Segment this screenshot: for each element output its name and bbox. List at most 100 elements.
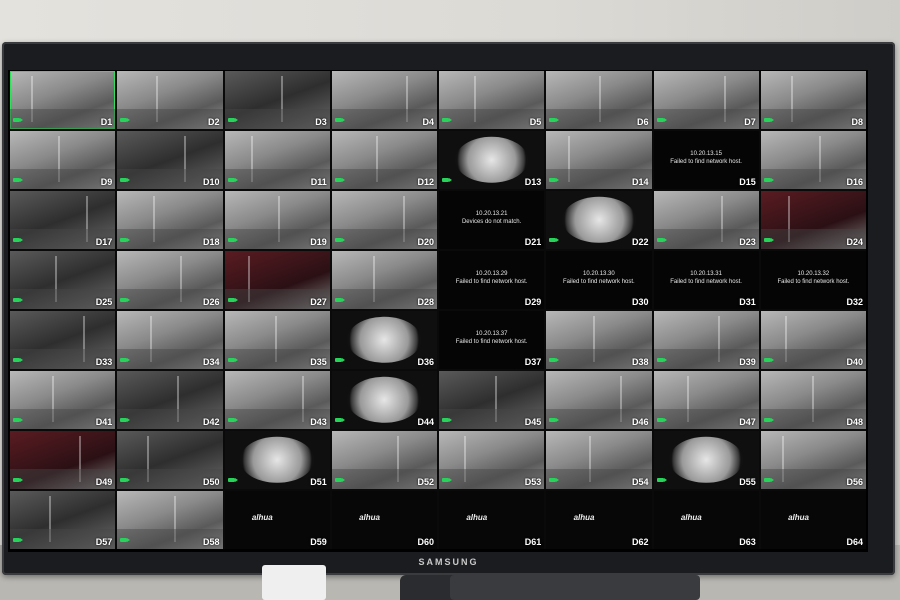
record-camera-icon <box>549 178 560 182</box>
camera-tile[interactable]: D51 <box>224 431 330 489</box>
camera-tile[interactable]: D57 <box>10 491 116 549</box>
record-camera-icon <box>656 358 667 362</box>
camera-tile[interactable]: D34 <box>117 311 223 369</box>
camera-tile[interactable]: 10.20.13.30 Failed to find network host. D… <box>546 251 652 309</box>
channel-label: D16 <box>846 177 863 187</box>
camera-tile[interactable]: D38 <box>546 311 652 369</box>
camera-tile[interactable]: D35 <box>224 311 330 369</box>
channel-label: D45 <box>524 417 542 427</box>
record-camera-icon <box>334 238 345 242</box>
camera-tile[interactable]: D6 <box>546 71 652 129</box>
camera-tile[interactable]: D23 <box>653 191 759 249</box>
camera-tile[interactable]: 10.20.13.29 Failed to find network host. D… <box>439 251 545 309</box>
record-camera-icon <box>334 358 345 362</box>
camera-tile[interactable]: D22 <box>546 191 652 249</box>
record-camera-icon <box>442 178 452 182</box>
camera-tile[interactable]: D49 <box>10 431 116 489</box>
channel-label: D13 <box>524 177 542 187</box>
camera-tile[interactable]: D8 <box>760 71 866 129</box>
camera-tile[interactable]: D13 <box>439 131 545 189</box>
camera-tile[interactable]: D9 <box>10 131 116 189</box>
camera-tile[interactable]: D36 <box>331 311 437 369</box>
channel-label: D19 <box>310 237 327 247</box>
camera-tile[interactable]: D4 <box>331 71 437 129</box>
camera-tile[interactable]: D19 <box>224 191 330 249</box>
camera-tile[interactable]: D43 <box>224 371 330 429</box>
camera-tile[interactable]: D24 <box>760 191 866 249</box>
record-camera-icon <box>763 238 774 242</box>
camera-tile[interactable]: D52 <box>331 431 437 489</box>
camera-tile[interactable]: D53 <box>439 431 545 489</box>
error-text: Devices do not match. <box>461 218 522 225</box>
error-text: Failed to find network host. <box>670 278 742 285</box>
camera-tile[interactable]: D27 <box>224 251 330 309</box>
channel-label: D25 <box>95 297 113 307</box>
record-camera-icon <box>13 538 23 542</box>
camera-tile[interactable]: D1 <box>10 71 116 129</box>
camera-tile[interactable]: D28 <box>331 251 437 309</box>
channel-label: D42 <box>202 417 220 427</box>
camera-tile[interactable]: D54 <box>546 431 652 489</box>
camera-tile[interactable]: D12 <box>331 131 437 189</box>
channel-label: D48 <box>846 417 863 427</box>
camera-tile[interactable]: D40 <box>760 311 866 369</box>
camera-tile[interactable]: 10.20.13.31 Failed to find network host. D… <box>653 251 759 309</box>
camera-tile[interactable]: D55 <box>653 431 759 489</box>
camera-tile[interactable]: alhua D64 <box>760 491 866 549</box>
camera-tile[interactable]: alhua D63 <box>653 491 759 549</box>
channel-label: D6 <box>636 117 649 127</box>
error-message: 10.20.13.31 Failed to find network host. <box>654 270 759 286</box>
record-camera-icon <box>763 178 774 182</box>
camera-tile[interactable]: D25 <box>10 251 116 309</box>
camera-tile[interactable]: D50 <box>117 431 223 489</box>
camera-tile[interactable]: D17 <box>10 191 116 249</box>
camera-tile[interactable]: D47 <box>653 371 759 429</box>
camera-tile[interactable]: D5 <box>439 71 545 129</box>
scene-floor <box>117 108 223 129</box>
camera-tile[interactable]: 10.20.13.15 Failed to find network host. D… <box>653 131 759 189</box>
camera-tile[interactable]: D16 <box>760 131 866 189</box>
dahua-logo: alhua <box>788 513 810 523</box>
channel-label: D40 <box>846 357 863 367</box>
error-ip: 10.20.13.32 <box>797 270 830 277</box>
record-camera-icon <box>13 178 23 182</box>
camera-tile[interactable]: D14 <box>546 131 652 189</box>
camera-tile[interactable]: D58 <box>117 491 223 549</box>
monitor: D1 D2 D3 D4 D5 D6 D7 D8 D9 D10 D11 D12 D13 D14 10.20.1… <box>2 42 895 575</box>
camera-tile[interactable]: 10.20.13.32 Failed to find network host. D… <box>760 251 866 309</box>
camera-tile[interactable]: D7 <box>653 71 759 129</box>
camera-tile[interactable]: 10.20.13.37 Failed to find network host. D… <box>439 311 545 369</box>
camera-tile[interactable]: D44 <box>331 371 437 429</box>
camera-tile[interactable]: D39 <box>653 311 759 369</box>
channel-label: D37 <box>524 357 542 367</box>
camera-tile[interactable]: alhua D62 <box>546 491 652 549</box>
camera-tile[interactable]: D2 <box>117 71 223 129</box>
record-camera-icon <box>227 358 238 362</box>
channel-label: D41 <box>95 417 113 427</box>
camera-tile[interactable]: D42 <box>117 371 223 429</box>
record-camera-icon <box>656 478 667 482</box>
camera-tile[interactable]: D46 <box>546 371 652 429</box>
camera-tile[interactable]: D20 <box>331 191 437 249</box>
camera-tile[interactable]: D3 <box>224 71 330 129</box>
camera-tile[interactable]: alhua D61 <box>439 491 545 549</box>
record-camera-icon <box>763 118 774 122</box>
scene-floor <box>224 108 330 129</box>
camera-tile[interactable]: alhua D60 <box>331 491 437 549</box>
record-camera-icon <box>442 418 452 422</box>
camera-tile[interactable]: D10 <box>117 131 223 189</box>
camera-tile[interactable]: D33 <box>10 311 116 369</box>
camera-tile[interactable]: D48 <box>760 371 866 429</box>
camera-tile[interactable]: D45 <box>439 371 545 429</box>
record-camera-icon <box>334 478 345 482</box>
camera-tile[interactable]: D26 <box>117 251 223 309</box>
camera-tile[interactable]: D18 <box>117 191 223 249</box>
camera-tile[interactable]: 10.20.13.21 Devices do not match. D21 <box>439 191 545 249</box>
camera-tile[interactable]: D56 <box>760 431 866 489</box>
channel-label: D59 <box>310 537 327 547</box>
camera-tile[interactable]: D41 <box>10 371 116 429</box>
camera-tile[interactable]: alhua D59 <box>224 491 330 549</box>
camera-tile[interactable]: D11 <box>224 131 330 189</box>
channel-label: D14 <box>631 177 649 187</box>
fisheye-view <box>240 436 314 484</box>
